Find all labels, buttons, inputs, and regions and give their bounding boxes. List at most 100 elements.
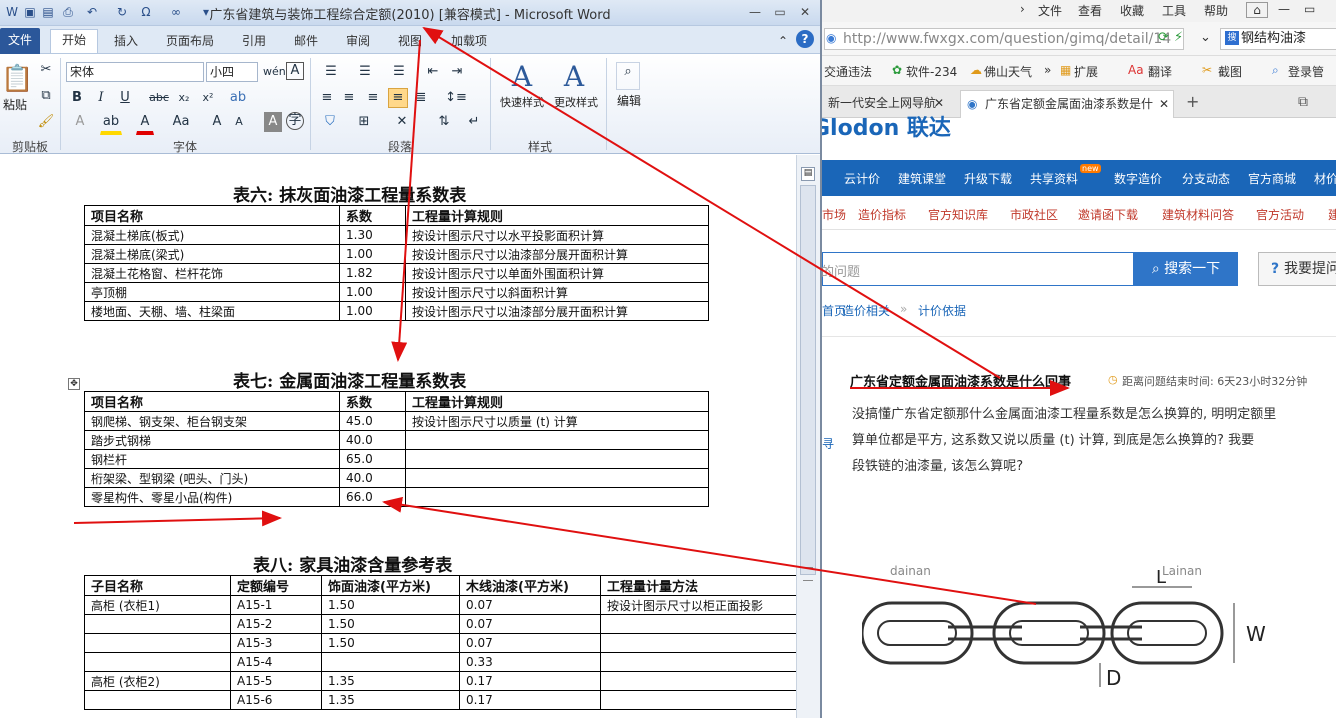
align-center-icon[interactable]: ≡ <box>340 88 358 108</box>
close-icon[interactable]: ✕ <box>795 4 815 20</box>
nav-item[interactable]: 建筑课堂 <box>898 170 946 187</box>
breadcrumb-item[interactable]: 计价依据 <box>918 302 966 319</box>
quick-styles-button[interactable]: 快速样式 <box>496 94 548 112</box>
strikethrough-icon[interactable]: abc <box>146 88 172 108</box>
ruler-toggle-icon[interactable]: ▤ <box>801 167 815 181</box>
superscript-icon[interactable]: x² <box>198 88 218 108</box>
quick-styles-icon[interactable]: A <box>504 58 540 94</box>
tab-insert[interactable]: 插入 <box>104 31 148 53</box>
tab-close-icon[interactable]: ✕ <box>1156 91 1169 117</box>
underline-icon[interactable]: U <box>116 88 134 108</box>
subnav-item[interactable]: 市政社区 <box>1010 206 1058 223</box>
borders-icon[interactable]: ⊞ <box>352 112 376 132</box>
browser-minimize-icon[interactable]: — <box>1278 2 1290 16</box>
tab-addins[interactable]: 加载项 <box>442 31 496 53</box>
paste-icon[interactable]: 📋 <box>0 58 33 98</box>
change-styles-button[interactable]: 更改样式 <box>550 94 602 112</box>
enclose-char-icon[interactable]: 字 <box>286 112 304 130</box>
change-case-icon[interactable]: Aa <box>168 112 194 132</box>
chinese-layout-icon[interactable]: ✕ <box>392 112 412 132</box>
restore-icon[interactable]: ▭ <box>770 4 790 20</box>
shading-icon[interactable]: ⛉ <box>318 112 342 132</box>
skin-icon[interactable]: ⌂ <box>1246 2 1268 18</box>
scrollbar-thumb[interactable] <box>800 185 816 575</box>
paste-button[interactable]: 粘贴 <box>0 96 30 114</box>
nav-item[interactable]: 升级下载 <box>964 170 1012 187</box>
numbering-icon[interactable]: ☰ <box>352 62 378 82</box>
fav-screenshot[interactable]: 截图 <box>1218 63 1242 80</box>
breadcrumb-item[interactable]: 造价相关 <box>842 302 890 319</box>
fav-extensions[interactable]: 扩展 <box>1074 63 1098 80</box>
menu-help[interactable]: 帮助 <box>1204 2 1228 19</box>
grow-font-icon[interactable]: A <box>208 112 226 132</box>
address-input[interactable]: http://www.fwxgx.com/question/gimq/detai… <box>824 28 1184 50</box>
subnav-item[interactable]: 造价指标 <box>858 206 906 223</box>
fav-weather[interactable]: 佛山天气 <box>984 63 1032 80</box>
subnav-item[interactable]: 邀请函下载 <box>1078 206 1138 223</box>
clear-format-icon[interactable]: ab <box>228 88 248 108</box>
phonetic-guide-icon[interactable]: wén <box>262 62 286 82</box>
tab-mailings[interactable]: 邮件 <box>284 31 328 53</box>
menu-favorites[interactable]: 收藏 <box>1120 2 1144 19</box>
menu-tools[interactable]: 工具 <box>1162 2 1186 19</box>
tab-review[interactable]: 审阅 <box>336 31 380 53</box>
subnav-item[interactable]: 建筑材料问答 <box>1162 206 1234 223</box>
show-marks-icon[interactable]: ↵ <box>466 112 482 132</box>
fav-translate[interactable]: 翻译 <box>1148 63 1172 80</box>
nav-item[interactable]: 分支动态 <box>1182 170 1230 187</box>
font-size-select[interactable]: 小四 <box>206 62 258 82</box>
tab-list-icon[interactable]: ⧉ <box>1298 94 1308 110</box>
font-name-select[interactable]: 宋体 <box>66 62 204 82</box>
menu-view[interactable]: 查看 <box>1078 2 1102 19</box>
more-favorites-icon[interactable]: » <box>1044 63 1051 77</box>
search-button[interactable]: ⌕ 搜索一下 <box>1134 252 1238 286</box>
text-effect-icon[interactable]: A <box>70 112 90 132</box>
tab-home[interactable]: 开始 <box>50 29 98 53</box>
browser-tab-question[interactable]: ◉ 广东省定额金属面油漆系数是什 ✕ <box>960 90 1174 118</box>
table-move-handle-icon[interactable]: ✥ <box>68 378 80 390</box>
char-border-icon[interactable]: A <box>286 62 304 80</box>
subscript-icon[interactable]: x₂ <box>174 88 194 108</box>
subnav-item[interactable]: 官方活动 <box>1256 206 1304 223</box>
line-spacing-icon[interactable]: ↕≡ <box>444 88 468 108</box>
ask-question-button[interactable]: ? 我要提问 <box>1258 252 1336 286</box>
fav-software[interactable]: 软件-234 <box>906 63 957 80</box>
increase-indent-icon[interactable]: ⇥ <box>448 62 466 82</box>
char-shading-icon[interactable]: A <box>264 112 282 132</box>
distributed-icon[interactable]: ≣ <box>412 88 430 108</box>
menu-chevron-icon[interactable]: › <box>1020 2 1025 16</box>
decrease-indent-icon[interactable]: ⇤ <box>424 62 442 82</box>
shrink-font-icon[interactable]: A <box>230 112 248 132</box>
cut-icon[interactable]: ✂ <box>36 60 56 80</box>
justify-icon[interactable]: ≡ <box>388 88 408 108</box>
tab-references[interactable]: 引用 <box>232 31 276 53</box>
search-engine-icon[interactable]: 搜 <box>1225 31 1239 45</box>
tab-page-layout[interactable]: 页面布局 <box>158 31 222 53</box>
subnav-item[interactable]: 市场 <box>822 206 846 223</box>
browser-restore-icon[interactable]: ▭ <box>1304 2 1315 16</box>
subnav-item[interactable]: 建 <box>1328 206 1336 223</box>
copy-icon[interactable]: ⧉ <box>36 86 56 106</box>
multilevel-list-icon[interactable]: ☰ <box>386 62 412 82</box>
minimize-ribbon-icon[interactable]: ⌃ <box>774 31 792 53</box>
address-dropdown-icon[interactable]: ⌄ <box>1200 30 1211 45</box>
help-icon[interactable]: ? <box>796 30 814 48</box>
refresh-icon[interactable]: ⟳ <box>1158 30 1169 45</box>
align-left-icon[interactable]: ≡ <box>318 88 336 108</box>
new-tab-icon[interactable]: + <box>1186 92 1199 111</box>
change-styles-icon[interactable]: A <box>556 58 592 94</box>
edit-button[interactable]: 编辑 <box>612 92 646 110</box>
lightning-icon[interactable]: ⚡ <box>1174 30 1183 45</box>
minimize-icon[interactable]: — <box>745 4 765 20</box>
tab-view[interactable]: 视图 <box>388 31 432 53</box>
align-right-icon[interactable]: ≡ <box>364 88 382 108</box>
nav-item[interactable]: 共享资料 <box>1030 170 1078 187</box>
nav-item[interactable]: 云计价 <box>844 170 880 187</box>
find-icon[interactable]: ⌕ <box>616 62 640 90</box>
tab-file[interactable]: 文件 <box>0 28 40 54</box>
nav-item[interactable]: 材价 <box>1314 170 1336 187</box>
side-link[interactable]: 寻 <box>822 435 834 452</box>
font-color-icon[interactable]: A <box>136 112 154 135</box>
subnav-item[interactable]: 官方知识库 <box>928 206 988 223</box>
menu-file[interactable]: 文件 <box>1038 2 1062 19</box>
